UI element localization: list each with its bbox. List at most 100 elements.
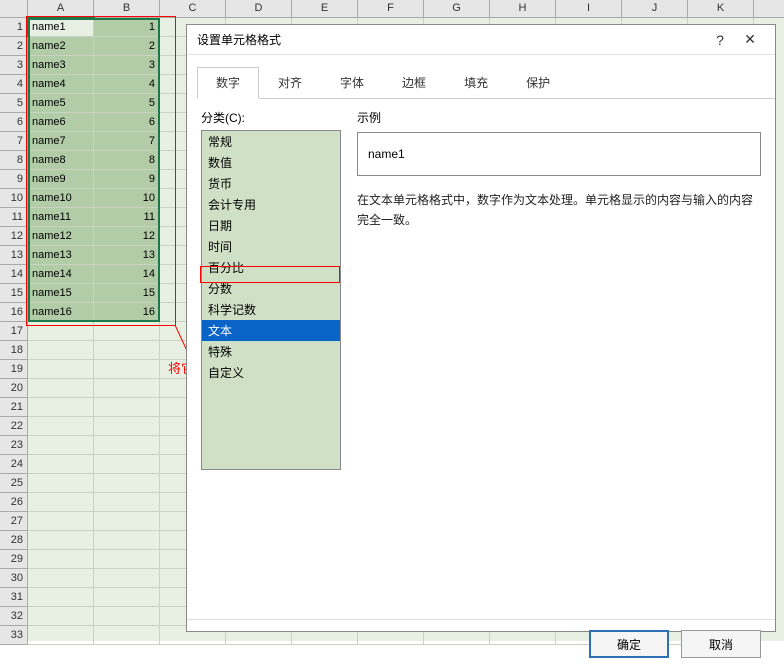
row-header-19[interactable]: 19 bbox=[0, 360, 28, 379]
cell-B14[interactable]: 14 bbox=[94, 265, 160, 284]
tab-字体[interactable]: 字体 bbox=[321, 67, 383, 98]
cell-B9[interactable]: 9 bbox=[94, 170, 160, 189]
cell-A29[interactable] bbox=[28, 550, 94, 569]
cell-B30[interactable] bbox=[94, 569, 160, 588]
cell-A25[interactable] bbox=[28, 474, 94, 493]
cell-A1[interactable]: name1 bbox=[28, 18, 94, 37]
column-header-G[interactable]: G bbox=[424, 0, 490, 17]
column-header-I[interactable]: I bbox=[556, 0, 622, 17]
cell-A17[interactable] bbox=[28, 322, 94, 341]
cell-B15[interactable]: 15 bbox=[94, 284, 160, 303]
cell-A33[interactable] bbox=[28, 626, 94, 645]
tab-保护[interactable]: 保护 bbox=[507, 67, 569, 98]
tab-填充[interactable]: 填充 bbox=[445, 67, 507, 98]
cell-B31[interactable] bbox=[94, 588, 160, 607]
cell-A26[interactable] bbox=[28, 493, 94, 512]
cell-A4[interactable]: name4 bbox=[28, 75, 94, 94]
category-item[interactable]: 自定义 bbox=[202, 362, 340, 383]
column-header-E[interactable]: E bbox=[292, 0, 358, 17]
cell-B22[interactable] bbox=[94, 417, 160, 436]
cell-B20[interactable] bbox=[94, 379, 160, 398]
row-header-29[interactable]: 29 bbox=[0, 550, 28, 569]
cell-A16[interactable]: name16 bbox=[28, 303, 94, 322]
cell-B2[interactable]: 2 bbox=[94, 37, 160, 56]
row-header-18[interactable]: 18 bbox=[0, 341, 28, 360]
category-item[interactable]: 文本 bbox=[202, 320, 340, 341]
cell-A8[interactable]: name8 bbox=[28, 151, 94, 170]
help-button[interactable]: ? bbox=[705, 32, 735, 48]
tab-数字[interactable]: 数字 bbox=[197, 67, 259, 99]
select-all-corner[interactable] bbox=[0, 0, 28, 17]
row-header-32[interactable]: 32 bbox=[0, 607, 28, 626]
category-item[interactable]: 特殊 bbox=[202, 341, 340, 362]
cell-A32[interactable] bbox=[28, 607, 94, 626]
row-header-30[interactable]: 30 bbox=[0, 569, 28, 588]
column-header-F[interactable]: F bbox=[358, 0, 424, 17]
cell-B7[interactable]: 7 bbox=[94, 132, 160, 151]
row-header-17[interactable]: 17 bbox=[0, 322, 28, 341]
category-item[interactable]: 百分比 bbox=[202, 257, 340, 278]
cell-B32[interactable] bbox=[94, 607, 160, 626]
cell-B17[interactable] bbox=[94, 322, 160, 341]
row-header-28[interactable]: 28 bbox=[0, 531, 28, 550]
cell-B33[interactable] bbox=[94, 626, 160, 645]
category-item[interactable]: 分数 bbox=[202, 278, 340, 299]
row-header-25[interactable]: 25 bbox=[0, 474, 28, 493]
cell-A14[interactable]: name14 bbox=[28, 265, 94, 284]
cell-B27[interactable] bbox=[94, 512, 160, 531]
row-header-27[interactable]: 27 bbox=[0, 512, 28, 531]
category-item[interactable]: 日期 bbox=[202, 215, 340, 236]
cell-B21[interactable] bbox=[94, 398, 160, 417]
cell-A13[interactable]: name13 bbox=[28, 246, 94, 265]
row-header-6[interactable]: 6 bbox=[0, 113, 28, 132]
row-header-9[interactable]: 9 bbox=[0, 170, 28, 189]
cell-A12[interactable]: name12 bbox=[28, 227, 94, 246]
cell-A3[interactable]: name3 bbox=[28, 56, 94, 75]
cell-A19[interactable] bbox=[28, 360, 94, 379]
row-header-7[interactable]: 7 bbox=[0, 132, 28, 151]
row-header-23[interactable]: 23 bbox=[0, 436, 28, 455]
cell-A5[interactable]: name5 bbox=[28, 94, 94, 113]
cell-A2[interactable]: name2 bbox=[28, 37, 94, 56]
cell-A9[interactable]: name9 bbox=[28, 170, 94, 189]
category-item[interactable]: 科学记数 bbox=[202, 299, 340, 320]
column-header-D[interactable]: D bbox=[226, 0, 292, 17]
row-header-22[interactable]: 22 bbox=[0, 417, 28, 436]
cell-B16[interactable]: 16 bbox=[94, 303, 160, 322]
cell-B12[interactable]: 12 bbox=[94, 227, 160, 246]
cell-A30[interactable] bbox=[28, 569, 94, 588]
cell-B26[interactable] bbox=[94, 493, 160, 512]
row-header-21[interactable]: 21 bbox=[0, 398, 28, 417]
row-header-14[interactable]: 14 bbox=[0, 265, 28, 284]
row-header-5[interactable]: 5 bbox=[0, 94, 28, 113]
category-item[interactable]: 数值 bbox=[202, 152, 340, 173]
row-header-33[interactable]: 33 bbox=[0, 626, 28, 645]
row-header-3[interactable]: 3 bbox=[0, 56, 28, 75]
cell-B8[interactable]: 8 bbox=[94, 151, 160, 170]
cell-B29[interactable] bbox=[94, 550, 160, 569]
column-header-C[interactable]: C bbox=[160, 0, 226, 17]
category-item[interactable]: 会计专用 bbox=[202, 194, 340, 215]
cell-B13[interactable]: 13 bbox=[94, 246, 160, 265]
row-header-12[interactable]: 12 bbox=[0, 227, 28, 246]
cell-A28[interactable] bbox=[28, 531, 94, 550]
column-header-H[interactable]: H bbox=[490, 0, 556, 17]
column-header-J[interactable]: J bbox=[622, 0, 688, 17]
ok-button[interactable]: 确定 bbox=[589, 630, 669, 658]
close-button[interactable]: ✕ bbox=[735, 31, 765, 48]
cell-B6[interactable]: 6 bbox=[94, 113, 160, 132]
cell-B25[interactable] bbox=[94, 474, 160, 493]
category-item[interactable]: 货币 bbox=[202, 173, 340, 194]
cell-B11[interactable]: 11 bbox=[94, 208, 160, 227]
cell-B10[interactable]: 10 bbox=[94, 189, 160, 208]
row-header-16[interactable]: 16 bbox=[0, 303, 28, 322]
category-item[interactable]: 时间 bbox=[202, 236, 340, 257]
row-header-2[interactable]: 2 bbox=[0, 37, 28, 56]
row-header-26[interactable]: 26 bbox=[0, 493, 28, 512]
cell-A22[interactable] bbox=[28, 417, 94, 436]
category-listbox[interactable]: 常规数值货币会计专用日期时间百分比分数科学记数文本特殊自定义 bbox=[201, 130, 341, 470]
cell-A18[interactable] bbox=[28, 341, 94, 360]
cell-B24[interactable] bbox=[94, 455, 160, 474]
cell-B4[interactable]: 4 bbox=[94, 75, 160, 94]
cell-A31[interactable] bbox=[28, 588, 94, 607]
